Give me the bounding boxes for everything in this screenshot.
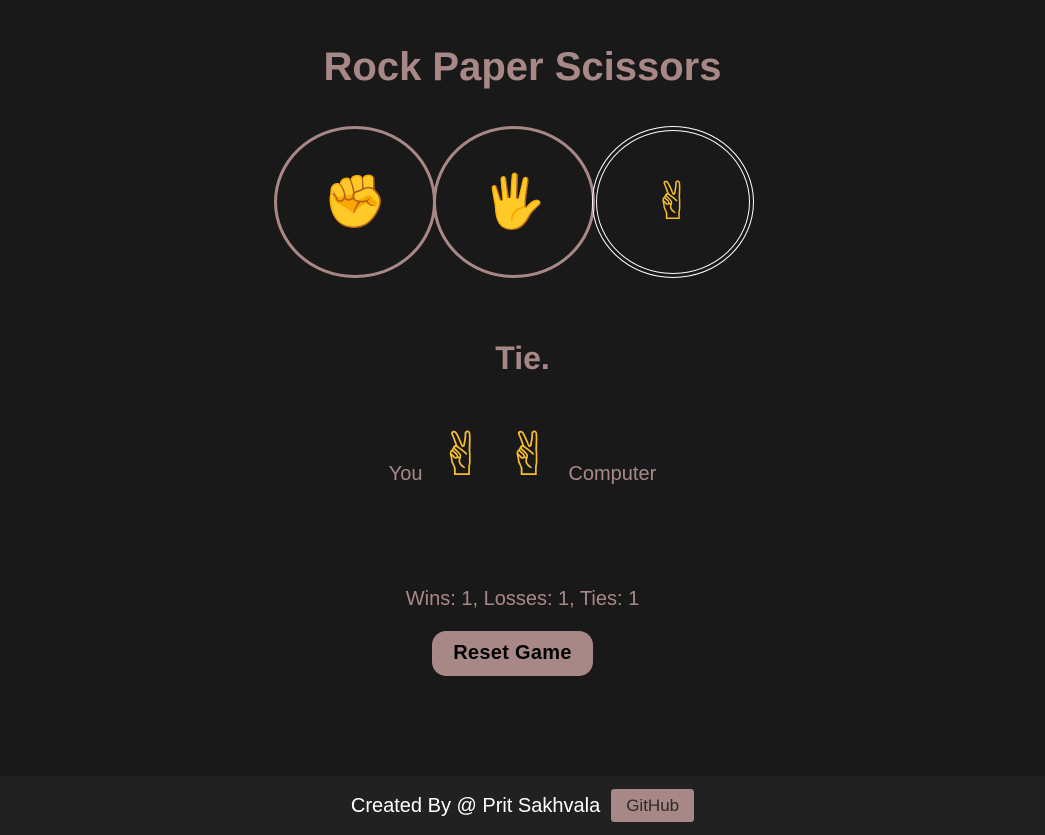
github-link[interactable]: GitHub xyxy=(611,789,695,822)
computer-move-victory-hand-icon: ✌ xyxy=(503,420,554,490)
rock-button[interactable]: ✊ xyxy=(274,126,436,278)
player-move-victory-hand-icon: ✌ xyxy=(436,420,488,490)
score-text: Wins: 1, Losses: 1, Ties: 1 xyxy=(405,588,640,610)
game-page: Rock Paper Scissors ✊ 🖐 ✌ Tie. You ✌ ✌ C… xyxy=(0,0,1045,835)
footer: Created By @ Prit Sakhvala GitHub xyxy=(0,776,1045,835)
raised-hand-icon: 🖐 xyxy=(481,172,547,232)
result-text: Tie. xyxy=(495,340,550,376)
paper-button[interactable]: 🖐 xyxy=(433,126,595,278)
victory-hand-icon: ✌ xyxy=(651,172,695,232)
scissors-button[interactable]: ✌ xyxy=(592,126,754,278)
computer-label: Computer xyxy=(568,463,657,485)
page-title: Rock Paper Scissors xyxy=(323,45,722,89)
footer-credit: Created By @ Prit Sakhvala xyxy=(350,794,601,817)
moves-display: You ✌ ✌ Computer xyxy=(0,420,1045,500)
choice-buttons: ✊ 🖐 ✌ xyxy=(274,126,754,278)
raised-fist-icon: ✊ xyxy=(322,172,388,232)
player-label: You xyxy=(388,463,423,485)
reset-game-button[interactable]: Reset Game xyxy=(432,631,593,676)
